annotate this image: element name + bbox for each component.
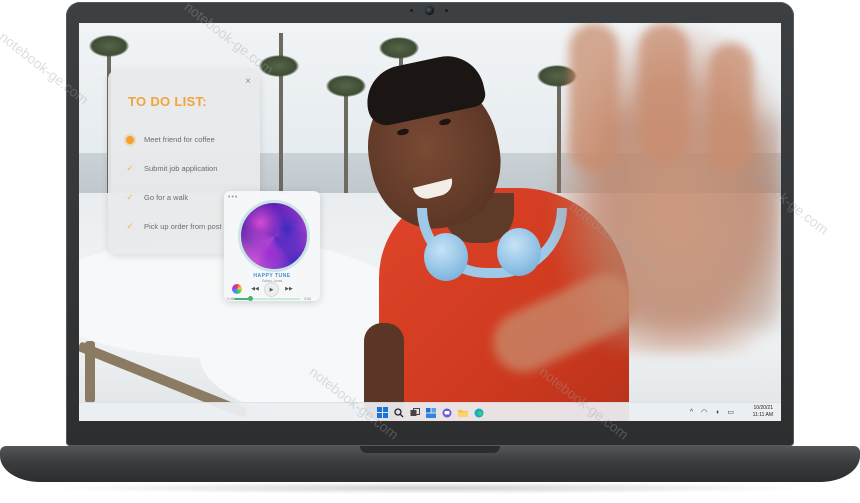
todo-item[interactable]: ✓ Submit job application (125, 154, 228, 183)
time-total: 3:33 (304, 297, 311, 301)
widgets-icon[interactable] (425, 407, 436, 418)
checkmark-icon[interactable]: ✓ (125, 192, 135, 203)
headphones-cup (424, 233, 468, 281)
progress-knob[interactable] (248, 296, 253, 301)
sensor-dot-left (410, 9, 413, 12)
todo-item-label: Pick up order from post o (144, 222, 228, 231)
lid-opening-notch (360, 446, 500, 453)
todo-item-label: Submit job application (144, 164, 218, 173)
palm-leaves (89, 35, 129, 57)
webcam (425, 6, 434, 15)
blurred-finger (569, 23, 619, 173)
todo-item[interactable]: Meet friend for coffee (125, 125, 228, 154)
blurred-finger (709, 43, 753, 173)
palm-trunk (344, 83, 348, 193)
wooden-post (85, 341, 95, 403)
time-elapsed: 0:48 (227, 297, 234, 301)
chat-icon[interactable] (441, 407, 452, 418)
search-icon[interactable] (393, 407, 404, 418)
todo-item-label: Go for a walk (144, 193, 189, 202)
radio-active-icon[interactable] (125, 135, 135, 145)
sensor-dot-right (445, 9, 448, 12)
next-track-icon[interactable]: ▶▶ (284, 284, 294, 294)
palm-leaves (259, 55, 299, 77)
screen-desktop: × TO DO LIST: Meet friend for coffee ✓ S… (79, 23, 781, 421)
system-tray-icons[interactable]: ^ ◠ ◖ ▭ (690, 408, 737, 416)
blurred-finger (639, 23, 689, 163)
palm-leaves (379, 37, 419, 59)
windows-icon (377, 407, 388, 418)
close-icon[interactable]: × (245, 77, 251, 87)
theme-color-icon[interactable] (232, 284, 242, 294)
taskbar: ^ ◠ ◖ ▭ 10/20/21 11:11 AM (79, 402, 781, 421)
music-player-widget[interactable]: ••• HAPPY TUNE Gabby Jonas ◀◀ ▶ ▶▶ 0:48 … (224, 191, 320, 301)
clock-date: 10/20/21 (753, 405, 773, 411)
play-icon[interactable]: ▶ (265, 283, 278, 296)
album-art (238, 200, 310, 272)
palm-leaves (326, 75, 366, 97)
edge-browser-icon[interactable] (473, 407, 484, 418)
laptop-shadow (40, 482, 820, 494)
todo-list: Meet friend for coffee ✓ Submit job appl… (125, 125, 228, 241)
todo-item-label: Meet friend for coffee (144, 135, 215, 144)
checkmark-icon[interactable]: ✓ (125, 221, 135, 232)
todo-title: TO DO LIST: (128, 94, 207, 109)
start-button[interactable] (377, 407, 388, 418)
previous-track-icon[interactable]: ◀◀ (250, 284, 260, 294)
clock-time: 11:11 AM (752, 412, 773, 418)
todo-item[interactable]: ✓ Go for a walk (125, 183, 228, 212)
task-view-icon[interactable] (409, 407, 420, 418)
file-explorer-icon[interactable] (457, 407, 468, 418)
checkmark-icon[interactable]: ✓ (125, 163, 135, 174)
taskbar-clock[interactable]: 10/20/21 11:11 AM (753, 405, 773, 419)
todo-item[interactable]: ✓ Pick up order from post o (125, 212, 228, 241)
headphones-cup (497, 228, 541, 276)
more-options-icon[interactable]: ••• (228, 194, 238, 201)
